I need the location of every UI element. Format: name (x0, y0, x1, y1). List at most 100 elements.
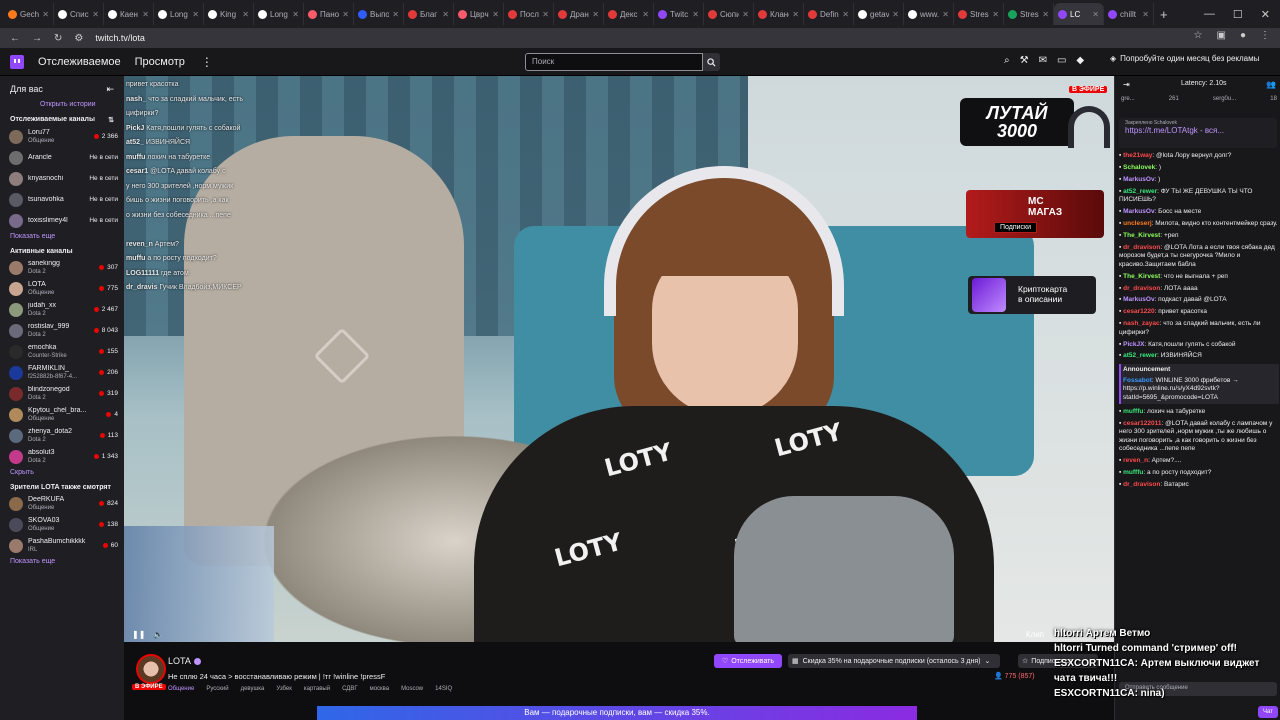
browser-tab[interactable]: Цврч ✕ (454, 3, 504, 25)
tab-close-icon[interactable]: ✕ (1042, 10, 1049, 19)
sidebar-channel[interactable]: knyasnochi Не в сети (0, 168, 124, 189)
chat-username[interactable]: dr_dravison (1123, 285, 1160, 292)
search-button[interactable] (703, 53, 720, 71)
browser-tab[interactable]: Кланс✕ (754, 3, 804, 25)
stream-tag[interactable]: девушка (241, 686, 265, 692)
sidebar-channel[interactable]: Arancle Не в сети (0, 147, 124, 168)
sidebar-channel[interactable]: PashaBumchikkkk IRL 60 (0, 535, 124, 556)
menu-icon[interactable]: ⋮ (1260, 30, 1270, 41)
maximize-icon[interactable]: ☐ (1233, 8, 1243, 21)
tab-close-icon[interactable]: ✕ (642, 10, 649, 19)
close-icon[interactable]: ✕ (1261, 8, 1270, 21)
url-field[interactable]: twitch.tv/lota (95, 33, 145, 43)
video-player[interactable]: LOTY LOTY LOTY LOTY LOTY привет красотка… (124, 76, 1114, 642)
chat-username[interactable]: uncleserj (1123, 220, 1152, 227)
nav-following[interactable]: Отслеживаемое (38, 56, 121, 68)
site-info-icon[interactable]: ⚙ (74, 33, 83, 44)
hide-active[interactable]: Скрыть (0, 467, 124, 480)
tab-close-icon[interactable]: ✕ (292, 10, 299, 19)
browser-tab[interactable]: LC ✕ (1054, 3, 1104, 25)
sidebar-channel[interactable]: DeeRKUFA Общение 824 (0, 493, 124, 514)
nav-browse[interactable]: Просмотр (135, 56, 185, 68)
notifications-icon[interactable]: ▭ (1057, 55, 1066, 66)
users-icon[interactable]: 👥 (1266, 80, 1276, 89)
collapse-sidebar-icon[interactable]: ⇤ (106, 84, 114, 95)
stream-tag[interactable]: москва (370, 686, 390, 692)
tab-close-icon[interactable]: ✕ (192, 10, 199, 19)
pause-icon[interactable]: ❚❚ (132, 630, 145, 639)
chat-username[interactable]: Fossabot (1123, 377, 1152, 384)
browser-tab[interactable]: King ✕ (204, 3, 254, 25)
browser-tab[interactable]: Defin ✕ (804, 3, 854, 25)
sidebar-channel[interactable]: tsunavohka Не в сети (0, 189, 124, 210)
tab-close-icon[interactable]: ✕ (692, 10, 699, 19)
browser-tab[interactable]: Спис ✕ (54, 3, 104, 25)
sidebar-channel[interactable]: SKOVA03 Общение 138 (0, 514, 124, 535)
sidebar-channel[interactable]: sanekingg Dota 2 307 (0, 257, 124, 278)
tab-close-icon[interactable]: ✕ (892, 10, 899, 19)
browser-tab[interactable]: Дран ✕ (554, 3, 604, 25)
chat-username[interactable]: the21way (1123, 152, 1152, 159)
browser-tab[interactable]: Long ✕ (154, 3, 204, 25)
chat-username[interactable]: dr_dravison (1123, 481, 1160, 488)
browser-tab[interactable]: getav ✕ (854, 3, 904, 25)
tab-close-icon[interactable]: ✕ (242, 10, 249, 19)
tab-close-icon[interactable]: ✕ (342, 10, 349, 19)
open-history-link[interactable]: Открыть истории (0, 99, 124, 112)
pinned-message[interactable]: Закреплено Schalovek https://t.me/LOTAtg… (1119, 118, 1277, 148)
browser-tab[interactable]: Декс ✕ (604, 3, 654, 25)
show-more-viewers[interactable]: Показать еще (0, 556, 124, 569)
chat-username[interactable]: reven_n (1123, 457, 1148, 464)
stream-tag[interactable]: СДВГ (342, 686, 358, 692)
tab-close-icon[interactable]: ✕ (792, 10, 799, 19)
chat-username[interactable]: nash_zayac (1123, 320, 1160, 327)
tab-close-icon[interactable]: ✕ (92, 10, 99, 19)
forward-icon[interactable]: → (32, 33, 42, 44)
chat-username[interactable]: MarkusOv (1123, 208, 1154, 215)
bookmark-icon[interactable]: ☆ (1194, 30, 1203, 41)
sidebar-channel[interactable]: zhenya_dota2 Dota 2 113 (0, 425, 124, 446)
volume-icon[interactable]: 🔈 (153, 630, 163, 639)
stream-tag[interactable]: Узбек (276, 686, 292, 692)
promo-banner[interactable]: Вам — подарочные подписки, вам — скидка … (317, 706, 917, 720)
sidebar-channel[interactable]: Loru77 Общение 2 366 (0, 126, 124, 147)
tab-close-icon[interactable]: ✕ (1092, 10, 1099, 19)
stream-tag[interactable]: Русский (206, 686, 228, 692)
clip-button[interactable]: Клип (1026, 630, 1044, 639)
tab-close-icon[interactable]: ✕ (842, 10, 849, 19)
channel-avatar[interactable] (136, 654, 166, 684)
chat-username[interactable]: The_Kirvest (1123, 273, 1160, 280)
sort-icon[interactable]: ⇅ (108, 116, 114, 124)
tab-close-icon[interactable]: ✕ (142, 10, 149, 19)
browser-tab[interactable]: Gech ✕ (4, 3, 54, 25)
browser-tab[interactable]: Long ✕ (254, 3, 304, 25)
tab-close-icon[interactable]: ✕ (442, 10, 449, 19)
tab-close-icon[interactable]: ✕ (492, 10, 499, 19)
chat-username[interactable]: MarkusOv (1123, 176, 1154, 183)
browser-tab[interactable]: Пано ✕ (304, 3, 354, 25)
browser-tab[interactable]: Twitc ✕ (654, 3, 704, 25)
browser-tab[interactable]: Посл ✕ (504, 3, 554, 25)
search-input[interactable]: Поиск (525, 53, 703, 71)
tab-close-icon[interactable]: ✕ (42, 10, 49, 19)
stream-tag[interactable]: Moscow (401, 686, 423, 692)
sidebar-channel[interactable]: FARMIKLIN_ f252882b-8f67-4... 206 (0, 362, 124, 383)
stream-tag[interactable]: картавый (304, 686, 330, 692)
browser-tab[interactable]: Каен ✕ (104, 3, 154, 25)
chat-username[interactable]: cesar1220 (1123, 308, 1154, 315)
chat-username[interactable]: at52_rewer (1123, 352, 1157, 359)
stream-category[interactable]: Общение (168, 686, 194, 692)
nav-more-icon[interactable]: ⋮ (201, 55, 213, 69)
channel-name[interactable]: LOTA (168, 656, 191, 666)
tab-close-icon[interactable]: ✕ (942, 10, 949, 19)
new-tab-button[interactable]: + (1154, 7, 1174, 22)
follow-button[interactable]: ♡ Отслеживать (714, 654, 782, 668)
sidebar-channel[interactable]: toxisslimey4l Не в сети (0, 210, 124, 231)
chat-username[interactable]: The_Kirvest (1123, 232, 1160, 239)
chat-username[interactable]: mufffu (1123, 469, 1143, 476)
prime-promo[interactable]: ◈ Попробуйте один месяц без рекламы (1110, 54, 1259, 63)
twitch-logo-icon[interactable] (10, 54, 24, 69)
minimize-icon[interactable]: — (1204, 8, 1215, 20)
tab-close-icon[interactable]: ✕ (992, 10, 999, 19)
browser-tab[interactable]: chillt ✕ (1104, 3, 1154, 25)
